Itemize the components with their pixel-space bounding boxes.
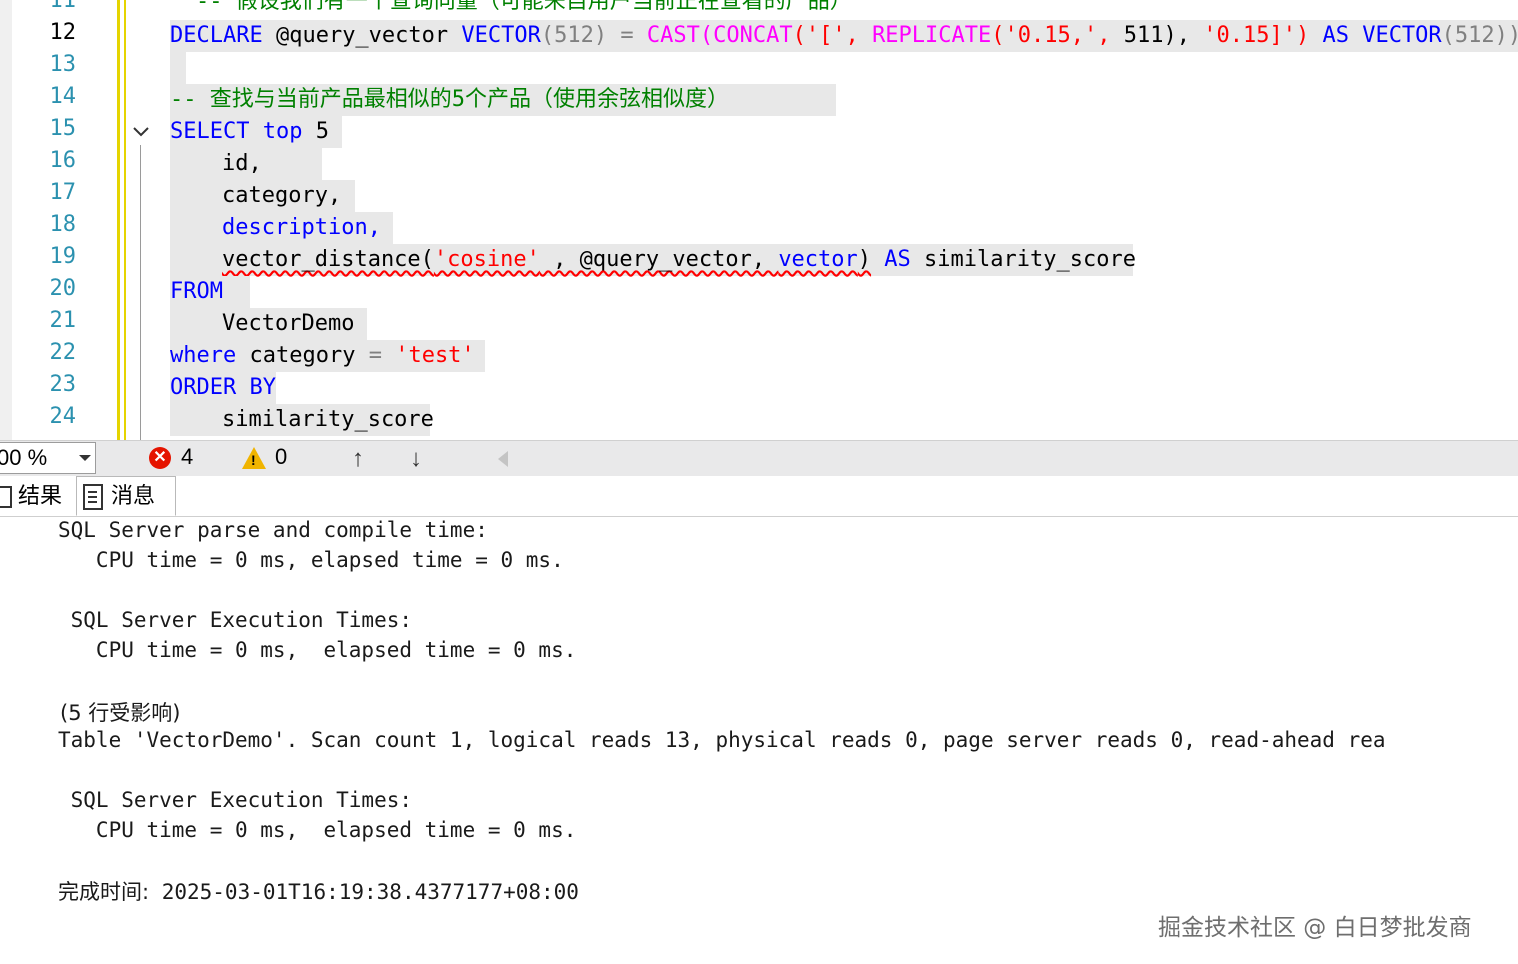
code-line-12: DECLARE @query_vector VECTOR(512) = CAST… [170, 20, 1518, 52]
warning-count[interactable]: 0 [275, 444, 287, 470]
line-number: 17 [49, 180, 77, 205]
keyword: where [170, 343, 237, 368]
code-comment-line: -- 查找与当前产品最相似的5个产品（使用余弦相似度） [170, 84, 836, 116]
string-literal: ('[', [792, 23, 859, 48]
function: REPLICATE [872, 23, 992, 48]
line-number-gutter: 11 12 13 14 15 16 17 18 19 20 21 22 23 2… [12, 0, 112, 440]
paren: ) [857, 247, 872, 272]
code-line-17: category, [170, 180, 355, 212]
code-line-18: description, [170, 212, 393, 244]
function: vector_distance( [222, 247, 434, 272]
chevron-down-icon[interactable] [79, 455, 91, 461]
message-line: CPU time = 0 ms, elapsed time = 0 ms. [58, 548, 564, 572]
message-line: CPU time = 0 ms, elapsed time = 0 ms. [58, 818, 577, 842]
completion-label: 完成时间: [58, 880, 150, 904]
operator: = [368, 343, 382, 368]
line-number: 20 [49, 276, 77, 301]
line-number: 22 [49, 340, 77, 365]
string-literal: 'cosine' [433, 247, 540, 272]
code-line-13 [170, 52, 186, 84]
column: category [249, 343, 356, 368]
line-number: 23 [49, 372, 77, 397]
line-number: 11 [49, 0, 77, 13]
error-icon[interactable]: ✕ [149, 447, 171, 469]
paren: (512)); [1441, 23, 1518, 48]
sql-editor[interactable]: 11 12 13 14 15 16 17 18 19 20 21 22 23 2… [0, 0, 1518, 440]
code-line-15: SELECT top 5 [170, 116, 342, 148]
warning-icon[interactable]: ! [242, 447, 266, 469]
rows-affected: (5 行受影响) [60, 701, 181, 725]
string-literal: 'test' [395, 343, 475, 368]
editor-status-bar: 00 % ✕ 4 ! 0 ↑ ↓ [0, 440, 1518, 477]
zoom-dropdown[interactable]: 00 % [0, 442, 96, 474]
column: vector [778, 247, 858, 272]
keyword: VECTOR [461, 23, 541, 48]
scroll-left-icon[interactable] [498, 451, 508, 467]
code-line-16: id, [170, 148, 322, 180]
line-number: 15 [49, 116, 77, 141]
change-tracking-bar [124, 0, 126, 440]
message-line: SQL Server Execution Times: [58, 788, 413, 812]
completion-value: 2025-03-01T16:19:38.4377177+08:00 [149, 880, 579, 904]
function-call-squiggle: vector_distance('cosine' , @query_vector… [222, 247, 871, 272]
keyword: SELECT [170, 119, 250, 144]
string-literal: '0.15]') [1189, 23, 1310, 48]
code-line-21: VectorDemo [170, 308, 367, 340]
tab-messages[interactable]: 消息 [76, 476, 176, 516]
line-number: 18 [49, 212, 77, 237]
arrow-up-icon[interactable]: ↑ [352, 445, 364, 473]
number: 5 [315, 119, 329, 144]
completion-time: 完成时间: 2025-03-01T16:19:38.4377177+08:00 [58, 876, 579, 906]
line-number: 14 [49, 84, 77, 109]
message-line: Table 'VectorDemo'. Scan count 1, logica… [58, 728, 1386, 752]
results-tab-bar: 结果 消息 [0, 476, 1518, 517]
code-comment-line: -- 假设我们有一个查询向量（可能来自用户当前正在查看的产品） [196, 0, 852, 14]
function: (CONCAT [699, 23, 793, 48]
messages-pane: SQL Server parse and compile time: CPU t… [0, 517, 1518, 964]
line-number: 16 [49, 148, 77, 173]
grid-icon [0, 486, 12, 509]
line-number: 24 [49, 404, 77, 429]
keyword: VECTOR [1348, 23, 1442, 48]
keyword: top [262, 119, 303, 144]
document-icon [83, 484, 103, 511]
variable: @query_vector [262, 23, 462, 48]
code-line-23: ORDER BY [170, 372, 276, 404]
line-number-current: 12 [49, 20, 77, 45]
zoom-value: 00 % [0, 445, 48, 470]
keyword: AS [884, 247, 911, 272]
line-number: 13 [49, 52, 77, 77]
tab-label: 结果 [18, 483, 63, 508]
tab-results[interactable]: 结果 [0, 478, 74, 514]
message-line: SQL Server parse and compile time: [58, 518, 488, 542]
arguments: , @query_vector, [539, 247, 779, 272]
collapse-chevron-icon[interactable] [131, 122, 151, 142]
code-line-24: similarity_score [170, 404, 434, 436]
outline-guide-line [140, 145, 141, 440]
number: 511), [1110, 23, 1190, 48]
string-literal: ('0.15,', [991, 23, 1111, 48]
tab-label: 消息 [111, 483, 156, 508]
operator: = [607, 23, 647, 48]
line-number: 19 [49, 244, 77, 269]
alias: similarity_score [924, 247, 1136, 272]
message-line: CPU time = 0 ms, elapsed time = 0 ms. [58, 638, 577, 662]
watermark: 掘金技术社区 @ 白日梦批发商 [1158, 915, 1472, 941]
paren: (512) [540, 23, 608, 48]
keyword: AS [1309, 23, 1349, 48]
change-tracking-bar [117, 0, 120, 440]
code-line-20: FROM [170, 276, 250, 308]
function: CAST [646, 23, 700, 48]
error-count[interactable]: 4 [181, 444, 193, 470]
message-line: SQL Server Execution Times: [58, 608, 413, 632]
code-line-22: where category = 'test' [170, 340, 485, 372]
editor-left-margin [0, 0, 12, 440]
keyword: DECLARE [170, 23, 263, 48]
arrow-down-icon[interactable]: ↓ [410, 445, 422, 473]
line-number: 21 [49, 308, 77, 333]
code-line-19: vector_distance('cosine' , @query_vector… [170, 244, 1136, 276]
